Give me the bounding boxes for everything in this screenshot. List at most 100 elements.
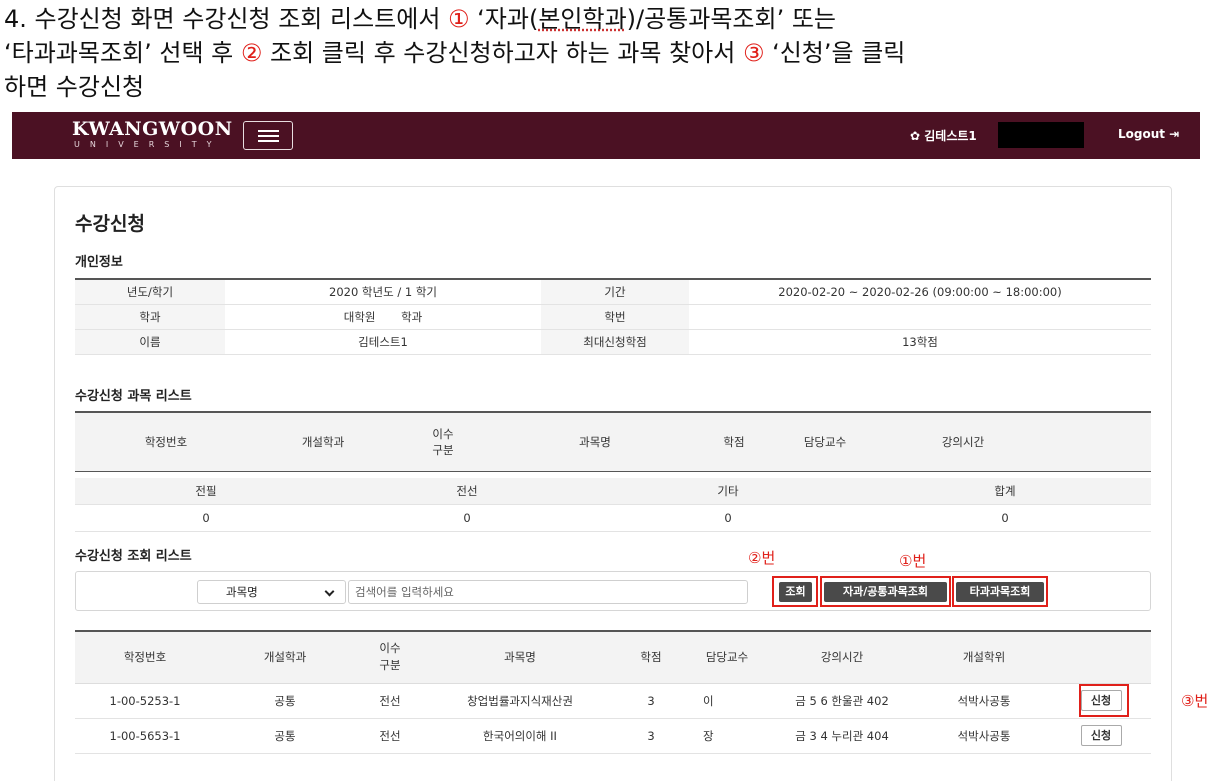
col-dept: 개설학과 <box>215 631 355 684</box>
cell-professor: 장 <box>687 718 767 754</box>
summary-header: 합계 <box>859 478 1151 505</box>
logo-subtext: UNIVERSITY <box>74 140 222 149</box>
apply-button[interactable]: 신청 <box>1080 725 1122 746</box>
highlight-box-step-2 <box>772 576 818 607</box>
col-empty <box>1051 412 1151 471</box>
table-header-row: 학정번호 개설학과 이수구분 과목명 학점 담당교수 강의시간 개설학위 <box>75 631 1151 684</box>
personal-info-title: 개인정보 <box>75 255 123 270</box>
col-course-no: 학정번호 <box>144 434 188 449</box>
annotation-step-2: ②번 <box>748 549 776 567</box>
max-credit-label: 최대신청학점 <box>541 329 689 355</box>
caption-text: 4. 수강신청 화면 수강신청 조회 리스트에서 <box>4 5 449 33</box>
col-course-name: 과목명 <box>425 631 615 684</box>
table-row: 0 0 0 0 <box>75 504 1151 532</box>
summary-header: 기타 <box>597 478 859 505</box>
table-header-row: 학정번호 개설학과 이수 구분 과목명 학점 담당교수 강의시간 <box>75 412 1151 471</box>
hamburger-icon <box>258 140 279 142</box>
personal-info-table: 년도/학기 2020 학년도 / 1 학기 기간 2020-02-20 ~ 20… <box>75 278 1151 355</box>
page-title: 수강신청 <box>75 213 145 235</box>
logout-button[interactable]: Logout ⇥ <box>1118 127 1179 141</box>
col-course-no: 학정번호 <box>75 631 215 684</box>
hamburger-icon <box>258 130 279 132</box>
caption-text: ‘자과( <box>469 5 539 33</box>
summary-value: 0 <box>859 504 1151 532</box>
col-apply <box>1051 631 1151 684</box>
col-dept: 개설학과 <box>301 434 345 449</box>
table-row: 이름 김테스트1 최대신청학점 13학점 <box>75 329 1151 355</box>
summary-value: 0 <box>337 504 597 532</box>
col-professor: 담당교수 <box>687 631 767 684</box>
course-search-result-table: 학정번호 개설학과 이수구분 과목명 학점 담당교수 강의시간 개설학위 1-0… <box>75 630 1151 754</box>
year-value: 2020 학년도 / 1 학기 <box>225 279 541 305</box>
cell-dept: 공통 <box>215 718 355 754</box>
cell-course-no: 1-00-5253-1 <box>75 683 215 719</box>
course-list-title: 수강신청 과목 리스트 <box>75 389 192 404</box>
table-row: 1-00-5253-1 공통 전선 창업법률과지식재산권 3 이 금 5 6 한… <box>75 683 1151 719</box>
cell-time: 금 5 6 한울관 402 <box>767 683 917 719</box>
caption-text: ‘신청’을 클릭 <box>764 39 906 67</box>
highlight-box-step-1 <box>820 576 951 607</box>
student-id-label: 학번 <box>541 304 689 330</box>
search-input[interactable] <box>348 580 748 604</box>
caption-marker-2: ② <box>240 39 263 67</box>
cell-type: 전선 <box>355 683 425 719</box>
col-professor: 담당교수 <box>803 434 847 449</box>
cell-apply: 신청 <box>1051 718 1151 754</box>
cell-apply: 신청 <box>1051 683 1151 719</box>
search-list-title: 수강신청 조회 리스트 <box>75 549 192 564</box>
table-row: 학과 대학원 학과 학번 <box>75 304 1151 330</box>
col-time: 강의시간 <box>767 631 917 684</box>
caption-text: )/공통과목조회’ 또는 <box>626 5 837 33</box>
cell-time: 금 3 4 누리관 404 <box>767 718 917 754</box>
hamburger-menu-button[interactable] <box>243 121 293 150</box>
period-value: 2020-02-20 ~ 2020-02-26 (09:00:00 ~ 18:0… <box>689 279 1151 305</box>
caption-marker-3: ③ <box>742 39 765 67</box>
summary-header: 전선 <box>337 478 597 505</box>
max-credit-value: 13학점 <box>689 329 1151 355</box>
registered-course-table: 학정번호 개설학과 이수 구분 과목명 학점 담당교수 강의시간 <box>75 411 1151 472</box>
logo-text: KWANGWOON <box>72 118 233 140</box>
col-type-line2: 구분 <box>379 658 401 673</box>
col-time: 강의시간 <box>941 434 985 449</box>
col-type: 이수 구분 <box>389 412 497 471</box>
col-type-line2: 구분 <box>432 442 454 457</box>
table-header-row: 전필 전선 기타 합계 <box>75 478 1151 505</box>
cell-course-name: 한국어의이해 II <box>425 718 615 754</box>
chevron-down-icon <box>324 586 335 597</box>
cell-degree: 석박사공통 <box>917 718 1051 754</box>
cell-course-name: 창업법률과지식재산권 <box>425 683 615 719</box>
user-name[interactable]: ✿ 김테스트1 <box>910 127 977 144</box>
col-credit: 학점 <box>615 631 687 684</box>
instruction-caption: 4. 수강신청 화면 수강신청 조회 리스트에서 ① ‘자과(본인학과)/공통과… <box>4 2 1224 104</box>
university-logo[interactable]: KWANGWOON UNIVERSITY <box>72 118 233 150</box>
select-value: 과목명 <box>226 585 258 599</box>
summary-value: 0 <box>597 504 859 532</box>
redacted-area <box>998 122 1084 148</box>
period-label: 기간 <box>541 279 689 305</box>
col-degree: 개설학위 <box>917 631 1051 684</box>
highlight-box-step-1b <box>952 576 1048 607</box>
name-value: 김테스트1 <box>225 329 541 355</box>
cell-type: 전선 <box>355 718 425 754</box>
table-row: 1-00-5653-1 공통 전선 한국어의이해 II 3 장 금 3 4 누리… <box>75 718 1151 754</box>
col-type-line1: 이수 <box>432 426 454 441</box>
cell-dept: 공통 <box>215 683 355 719</box>
caption-marker-1: ① <box>448 5 470 33</box>
main-panel: 수강신청 개인정보 년도/학기 2020 학년도 / 1 학기 기간 2020-… <box>54 186 1172 781</box>
credit-summary-table: 전필 전선 기타 합계 0 0 0 0 <box>75 478 1151 532</box>
col-type-line1: 이수 <box>379 641 401 656</box>
search-field-select[interactable]: 과목명 <box>197 580 346 604</box>
caption-text: 하면 수강신청 <box>4 73 145 101</box>
year-label: 년도/학기 <box>75 279 225 305</box>
caption-text: 조회 클릭 후 수강신청하고자 하는 과목 찾아서 <box>262 39 743 67</box>
cell-credit: 3 <box>615 718 687 754</box>
student-id-value <box>689 304 1151 330</box>
cell-degree: 석박사공통 <box>917 683 1051 719</box>
caption-text: 본인학과 <box>538 5 627 33</box>
dept-value: 대학원 학과 <box>225 304 541 330</box>
dept-label: 학과 <box>75 304 225 330</box>
col-course-name: 과목명 <box>579 434 611 449</box>
annotation-step-3: ③번 <box>1181 692 1209 710</box>
highlight-box-step-3 <box>1079 683 1129 717</box>
col-type: 이수구분 <box>355 631 425 684</box>
